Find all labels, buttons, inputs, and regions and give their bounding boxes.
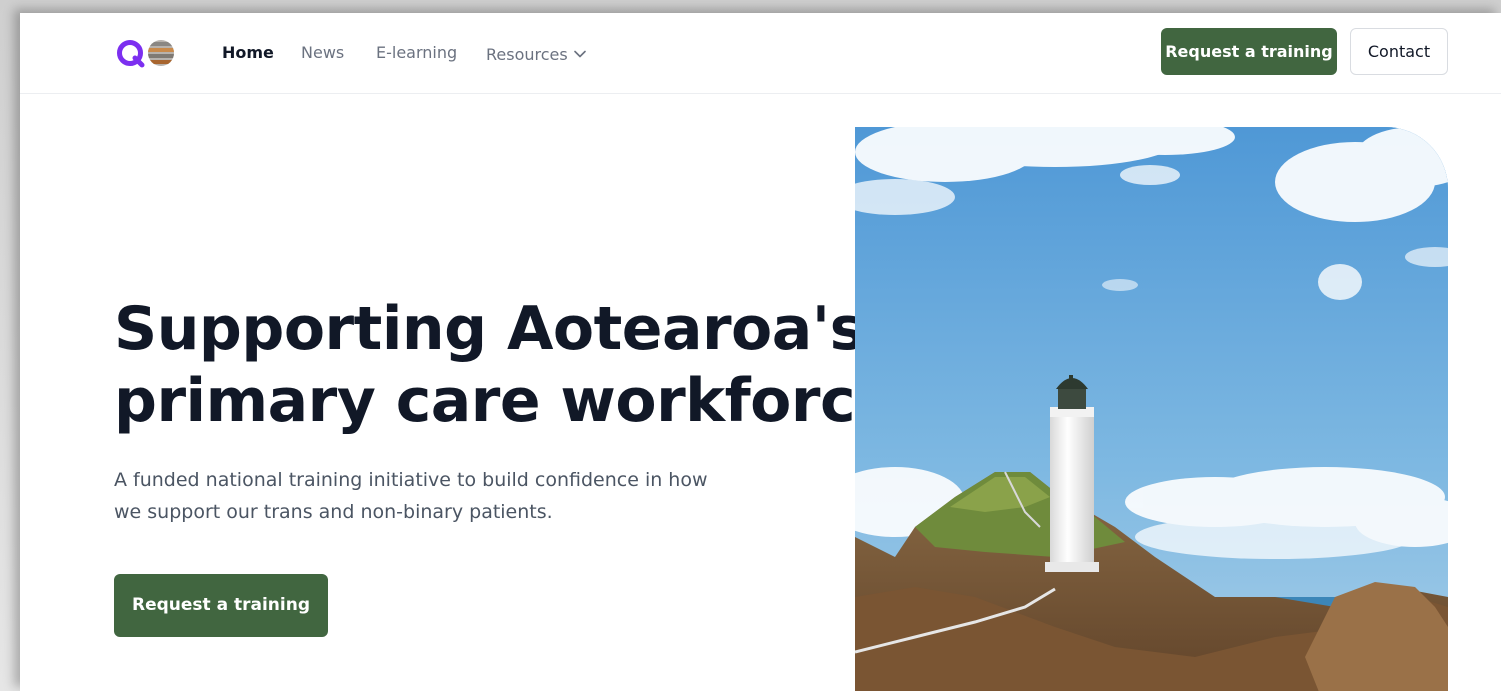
hero-subtitle: A funded national training initiative to…: [114, 464, 734, 528]
hero-subtitle-line-2: we support our trans and non-binary pati…: [114, 501, 553, 523]
window-frame: Home News E-learning Resources Request a…: [0, 0, 1501, 691]
hero-title-line-1: Supporting Aotearoa's: [114, 294, 865, 364]
hero-title: Supporting Aotearoa's primary care workf…: [114, 293, 918, 437]
contact-button[interactable]: Contact: [1350, 28, 1448, 75]
web-page: Home News E-learning Resources Request a…: [20, 13, 1501, 691]
nav-link-e-learning[interactable]: E-learning: [376, 43, 457, 63]
top-navigation: Home News E-learning Resources Request a…: [20, 13, 1501, 94]
nav-link-home[interactable]: Home: [222, 43, 274, 63]
chevron-down-icon: [573, 43, 586, 63]
request-training-hero-button[interactable]: Request a training: [114, 574, 328, 637]
nav-link-resources[interactable]: Resources: [486, 43, 586, 65]
request-training-nav-button[interactable]: Request a training: [1161, 28, 1337, 75]
nav-link-resources-label: Resources: [486, 45, 568, 64]
lighthouse-hero-image: [855, 127, 1448, 691]
nav-link-news[interactable]: News: [301, 43, 344, 63]
brand-logo-icon[interactable]: [116, 38, 180, 68]
hero-subtitle-line-1: A funded national training initiative to…: [114, 469, 708, 491]
hero-title-line-2: primary care workforce.: [114, 366, 918, 436]
